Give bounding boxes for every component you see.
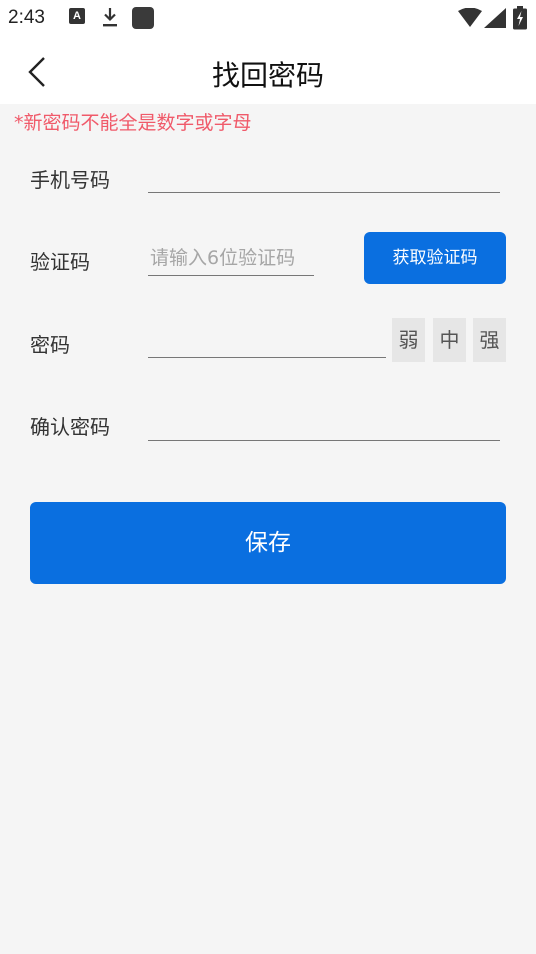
save-button[interactable]: 保存 (30, 502, 506, 584)
wifi-icon (458, 7, 482, 32)
signal-icon (484, 8, 506, 32)
phone-input[interactable] (148, 157, 500, 193)
confirm-password-input[interactable] (148, 405, 500, 441)
strength-medium: 中 (433, 318, 466, 362)
download-icon (102, 6, 118, 32)
get-code-button[interactable]: 获取验证码 (364, 232, 506, 284)
password-hint: *新密码不能全是数字或字母 (14, 112, 252, 134)
password-label: 密码 (30, 333, 70, 357)
phone-label: 手机号码 (30, 168, 110, 192)
password-input[interactable] (148, 322, 386, 358)
battery-charging-icon (512, 6, 528, 34)
strength-weak: 弱 (392, 318, 425, 362)
app-square-icon (132, 7, 154, 29)
status-time: 2:43 (8, 7, 45, 28)
code-input[interactable] (148, 240, 314, 276)
status-bar: 2:43 A (0, 0, 536, 36)
notification-a-icon: A (69, 8, 85, 24)
page-title: 找回密码 (211, 59, 324, 92)
code-label: 验证码 (30, 250, 90, 274)
strength-strong: 强 (473, 318, 506, 362)
confirm-password-label: 确认密码 (30, 415, 110, 439)
header: 找回密码 (0, 36, 536, 104)
